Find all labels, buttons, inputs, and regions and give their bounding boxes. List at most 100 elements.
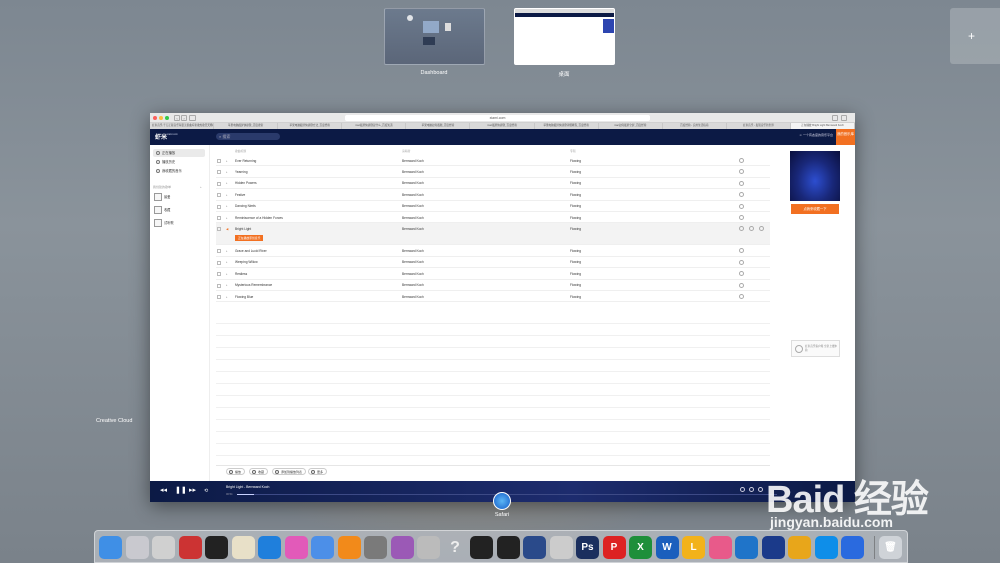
user-area[interactable]: ☺ 一个有态度的音乐平台 xyxy=(799,133,833,137)
ad-collect-button[interactable]: 点我来收藏一下 xyxy=(791,204,839,214)
ad-banner-image[interactable] xyxy=(790,151,840,201)
row-checkbox[interactable] xyxy=(217,170,221,175)
safari-window-icon[interactable] xyxy=(493,492,511,510)
row-checkbox[interactable] xyxy=(217,193,221,198)
heart-icon[interactable] xyxy=(739,192,744,198)
trash-icon[interactable]: 🗑 xyxy=(879,536,902,559)
track-title[interactable]: Mysterious Remembrance xyxy=(235,283,272,287)
track-artist[interactable]: Bernward Koch xyxy=(402,170,424,174)
playlist-item[interactable]: 最爱 xyxy=(153,192,205,202)
track-album[interactable]: Flowing xyxy=(570,295,581,299)
creative-cloud-label[interactable]: Creative Cloud xyxy=(96,418,132,424)
tabs-icon[interactable] xyxy=(841,115,847,121)
table-row-playing[interactable]: ◀ Bright Light Bernward Koch Flowing 正在播… xyxy=(216,223,770,246)
playlist-item[interactable]: 收藏 xyxy=(153,205,205,215)
heart-icon[interactable] xyxy=(740,487,745,492)
play-icon[interactable]: ▸ xyxy=(226,295,228,299)
imovie-icon[interactable] xyxy=(523,536,546,559)
play-icon[interactable]: ▸ xyxy=(226,170,228,174)
game-center-icon[interactable] xyxy=(390,536,414,559)
lync-icon[interactable]: L xyxy=(682,536,705,559)
favorite-button[interactable]: 收藏 xyxy=(249,468,269,475)
track-album[interactable]: Flowing xyxy=(570,227,581,231)
track-artist[interactable]: Bernward Koch xyxy=(402,249,424,253)
row-checkbox[interactable] xyxy=(217,260,221,265)
photoshop-icon[interactable]: Ps xyxy=(576,536,599,559)
track-artist[interactable]: Bernward Koch xyxy=(402,283,424,287)
pause-icon[interactable]: ❚❚ xyxy=(175,487,187,495)
finder-icon[interactable] xyxy=(99,536,122,559)
play-icon[interactable]: ▸ xyxy=(226,216,228,220)
close-icon[interactable] xyxy=(153,116,157,120)
more-button[interactable]: 更多 xyxy=(308,468,328,475)
share-icon[interactable] xyxy=(749,487,754,492)
add-icon[interactable] xyxy=(749,226,754,232)
track-album[interactable]: Flowing xyxy=(570,159,581,163)
heart-icon[interactable] xyxy=(739,215,744,220)
play-icon[interactable]: ▸ xyxy=(226,249,228,253)
table-row[interactable]: ▸ Reminiscence of a Hidden Forces Bernwa… xyxy=(216,212,770,224)
heart-icon[interactable] xyxy=(739,169,744,175)
add-space-button[interactable]: + xyxy=(950,8,1000,64)
heart-icon[interactable] xyxy=(739,203,744,209)
wps-spreadsheet-icon[interactable]: X xyxy=(629,536,652,559)
repeat-icon[interactable]: ⟲ xyxy=(204,487,208,495)
track-artist[interactable]: Bernward Koch xyxy=(402,295,424,299)
script-editor-icon[interactable] xyxy=(417,536,440,559)
track-artist[interactable]: Bernward Koch xyxy=(402,181,424,185)
table-row[interactable]: ▸ Ever Returning Bernward Koch Flowing xyxy=(216,155,770,167)
wps-presentation-icon[interactable]: P xyxy=(602,536,626,559)
final-cut-icon[interactable] xyxy=(205,536,228,559)
safari-icon[interactable] xyxy=(258,536,281,559)
dashboard-space-thumbnail[interactable] xyxy=(384,8,485,65)
table-row[interactable]: ▸ Yearning Bernward Koch Flowing xyxy=(216,166,770,178)
itunes-icon[interactable] xyxy=(284,536,308,559)
zoom-icon[interactable] xyxy=(165,116,169,120)
previous-icon[interactable]: ◂◂ xyxy=(160,487,167,495)
dvd-player-icon[interactable] xyxy=(549,536,573,559)
table-row[interactable]: ▸ Dancing Nimfs Bernward Koch Flowing xyxy=(216,201,770,212)
track-title[interactable]: Restless xyxy=(235,272,247,276)
track-title[interactable]: Bright Light xyxy=(235,227,251,231)
next-icon[interactable]: ▸▸ xyxy=(189,487,196,495)
table-row[interactable]: ▸ Festive Bernward Koch Flowing xyxy=(216,189,770,201)
heart-icon[interactable] xyxy=(739,294,744,299)
col-header-album[interactable]: 专辑 xyxy=(570,149,576,153)
qq2-icon[interactable] xyxy=(496,536,520,559)
heart-icon[interactable] xyxy=(739,259,744,265)
table-row[interactable]: ▸ Hidden Powers Bernward Koch Flowing xyxy=(216,178,770,190)
table-row[interactable]: ▸ Weeping Willow Bernward Koch Flowing xyxy=(216,257,770,269)
heart-icon[interactable] xyxy=(739,180,744,186)
track-album[interactable]: Flowing xyxy=(570,181,581,185)
play-icon[interactable]: ▸ xyxy=(226,181,228,185)
heart-icon[interactable] xyxy=(739,271,744,277)
play-icon[interactable]: ▸ xyxy=(226,260,228,264)
track-title[interactable]: Grace and Lucid River xyxy=(235,249,267,253)
safari-window[interactable]: ‹ › xiami.com 虾米音乐-千万正版音乐海量无损曲库新歌热歌天天畅听的… xyxy=(150,113,856,502)
quicktime-icon[interactable] xyxy=(761,536,785,559)
minimize-icon[interactable] xyxy=(159,116,163,120)
heart-icon[interactable] xyxy=(739,158,744,163)
track-title[interactable]: Hidden Powers xyxy=(235,181,257,185)
heart-icon[interactable] xyxy=(739,226,744,232)
photos-icon[interactable] xyxy=(708,536,732,559)
track-title[interactable]: Festive xyxy=(235,193,245,197)
address-bar[interactable]: xiami.com xyxy=(345,115,650,121)
launchpad-icon[interactable] xyxy=(125,536,149,559)
photo-booth-icon[interactable] xyxy=(178,536,202,559)
forward-icon[interactable]: › xyxy=(181,115,187,121)
row-checkbox[interactable] xyxy=(217,283,221,288)
row-checkbox[interactable] xyxy=(217,181,221,186)
track-album[interactable]: Flowing xyxy=(570,283,581,287)
track-album[interactable]: Flowing xyxy=(570,249,581,253)
track-album[interactable]: Flowing xyxy=(570,272,581,276)
wps-writer-icon[interactable]: W xyxy=(655,536,679,559)
back-icon[interactable]: ‹ xyxy=(174,115,180,121)
row-checkbox[interactable] xyxy=(217,295,221,299)
play-icon[interactable]: ▸ xyxy=(226,283,228,287)
preview-icon[interactable] xyxy=(231,536,255,559)
client-promo-box[interactable]: 虾米音乐客户端 全新上线体验 xyxy=(791,340,840,357)
vpn-shield-icon[interactable] xyxy=(841,536,864,559)
ibooks-icon[interactable] xyxy=(337,536,361,559)
help-icon[interactable]: ? xyxy=(444,536,467,559)
